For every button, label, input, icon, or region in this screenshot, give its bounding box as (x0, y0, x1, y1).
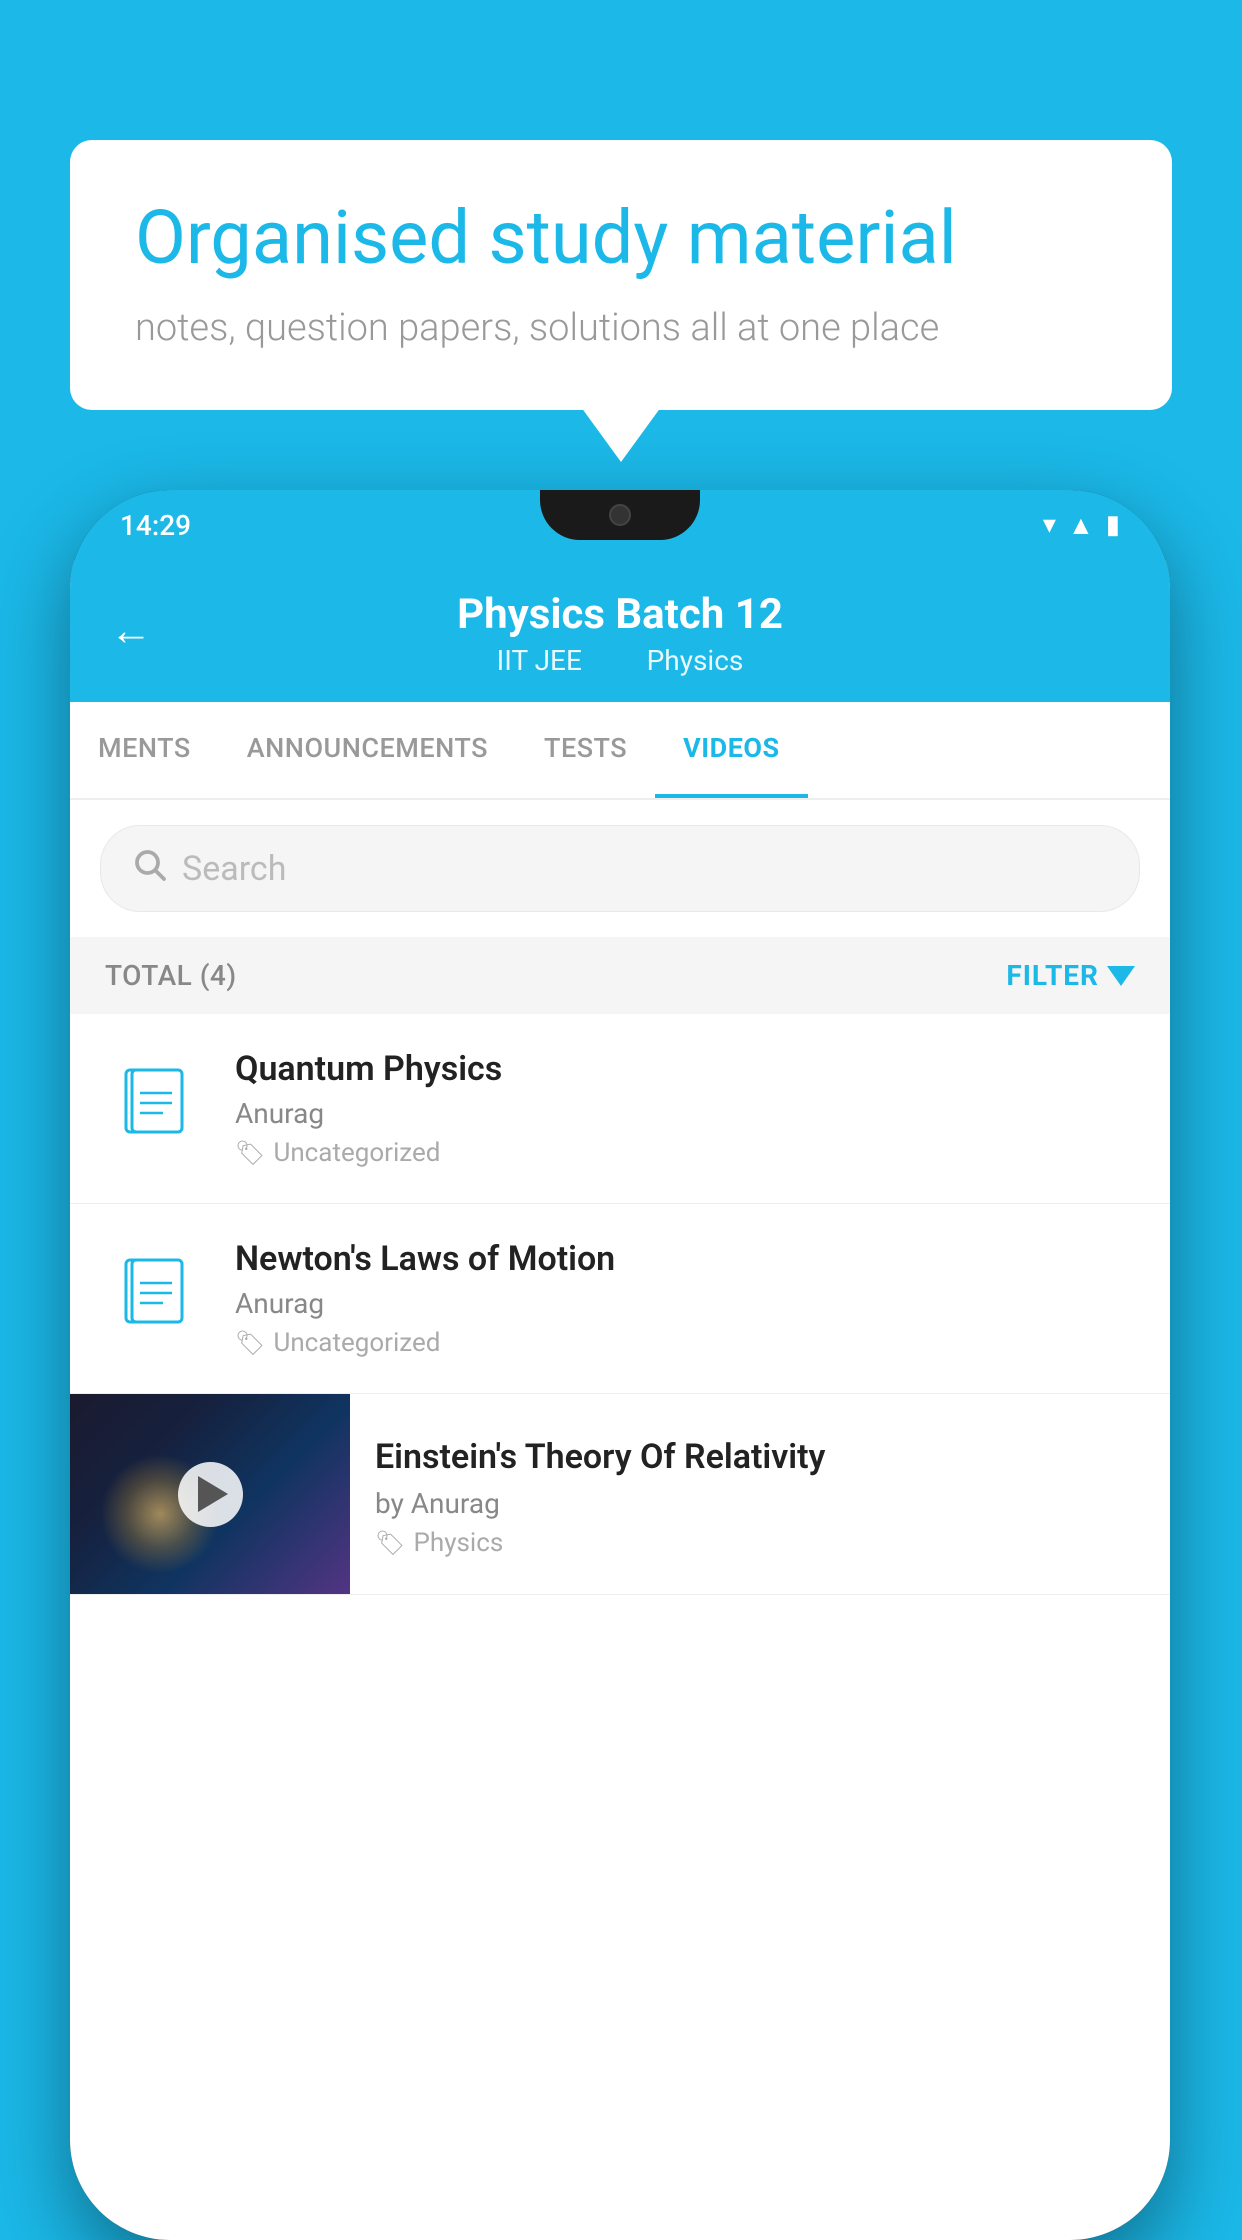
file-thumbnail (105, 1059, 205, 1159)
header-subtitle: IIT JEE Physics (120, 644, 1120, 677)
filter-label: FILTER (1006, 959, 1099, 992)
tab-announcements[interactable]: ANNOUNCEMENTS (219, 702, 516, 798)
subtitle-iitjee: IIT JEE (497, 644, 582, 677)
filter-icon (1107, 966, 1135, 986)
front-camera (609, 504, 631, 526)
tab-bar: MENTS ANNOUNCEMENTS TESTS VIDEOS (70, 702, 1170, 800)
search-bar[interactable]: Search (100, 825, 1140, 912)
tag-label: Uncategorized (273, 1328, 440, 1358)
list-item[interactable]: Newton's Laws of Motion Anurag 🏷 Uncateg… (70, 1204, 1170, 1394)
video-tag: 🏷 Uncategorized (235, 1138, 1135, 1168)
tag-icon: 🏷 (235, 1329, 265, 1357)
video-info: Quantum Physics Anurag 🏷 Uncategorized (235, 1049, 1135, 1168)
wifi-icon: ▾ (1043, 510, 1056, 540)
status-bar: 14:29 ▾ ▲ ▮ (70, 490, 1170, 560)
speech-bubble-container: Organised study material notes, question… (70, 140, 1172, 410)
video-info: Newton's Laws of Motion Anurag 🏷 Uncateg… (235, 1239, 1135, 1358)
tag-label: Uncategorized (273, 1138, 440, 1168)
phone-screen: ← Physics Batch 12 IIT JEE Physics MENTS… (70, 560, 1170, 2240)
video-title: Newton's Laws of Motion (235, 1239, 1135, 1279)
file-thumbnail (105, 1249, 205, 1349)
video-info: Einstein's Theory Of Relativity by Anura… (350, 1410, 1170, 1578)
video-author: Anurag (235, 1287, 1135, 1320)
signal-icon: ▲ (1068, 510, 1094, 541)
video-thumbnail-einstein (70, 1394, 350, 1594)
search-placeholder: Search (182, 849, 286, 889)
tab-tests[interactable]: TESTS (516, 702, 655, 798)
bubble-title: Organised study material (135, 195, 1107, 284)
video-title: Einstein's Theory Of Relativity (375, 1435, 1145, 1479)
play-icon (198, 1476, 228, 1512)
battery-icon: ▮ (1106, 510, 1120, 540)
video-list: Quantum Physics Anurag 🏷 Uncategorized (70, 1014, 1170, 1595)
tag-icon: 🏷 (375, 1529, 405, 1557)
search-container: Search (70, 800, 1170, 937)
status-icons: ▾ ▲ ▮ (1043, 510, 1120, 541)
play-button[interactable] (178, 1462, 243, 1527)
video-tag: 🏷 Uncategorized (235, 1328, 1135, 1358)
video-tag: 🏷 Physics (375, 1528, 1145, 1558)
list-item[interactable]: Einstein's Theory Of Relativity by Anura… (70, 1394, 1170, 1595)
subtitle-physics: Physics (647, 644, 744, 677)
tab-ments[interactable]: MENTS (70, 702, 219, 798)
speech-bubble: Organised study material notes, question… (70, 140, 1172, 410)
filter-button[interactable]: FILTER (1006, 959, 1135, 992)
tab-videos[interactable]: VIDEOS (655, 702, 808, 798)
search-icon (131, 846, 167, 891)
video-title: Quantum Physics (235, 1049, 1135, 1089)
bubble-subtitle: notes, question papers, solutions all at… (135, 306, 1107, 350)
status-time: 14:29 (120, 509, 191, 542)
tag-label: Physics (413, 1528, 503, 1558)
filter-bar: TOTAL (4) FILTER (70, 937, 1170, 1014)
tag-icon: 🏷 (235, 1139, 265, 1167)
list-item[interactable]: Quantum Physics Anurag 🏷 Uncategorized (70, 1014, 1170, 1204)
phone-frame: 14:29 ▾ ▲ ▮ ← Physics Batch 12 IIT JEE P… (70, 490, 1170, 2240)
video-author: by Anurag (375, 1487, 1145, 1520)
back-button[interactable]: ← (110, 607, 152, 656)
app-header: ← Physics Batch 12 IIT JEE Physics (70, 560, 1170, 702)
total-count: TOTAL (4) (105, 959, 237, 992)
notch (540, 490, 700, 540)
video-author: Anurag (235, 1097, 1135, 1130)
header-title: Physics Batch 12 (120, 590, 1120, 639)
